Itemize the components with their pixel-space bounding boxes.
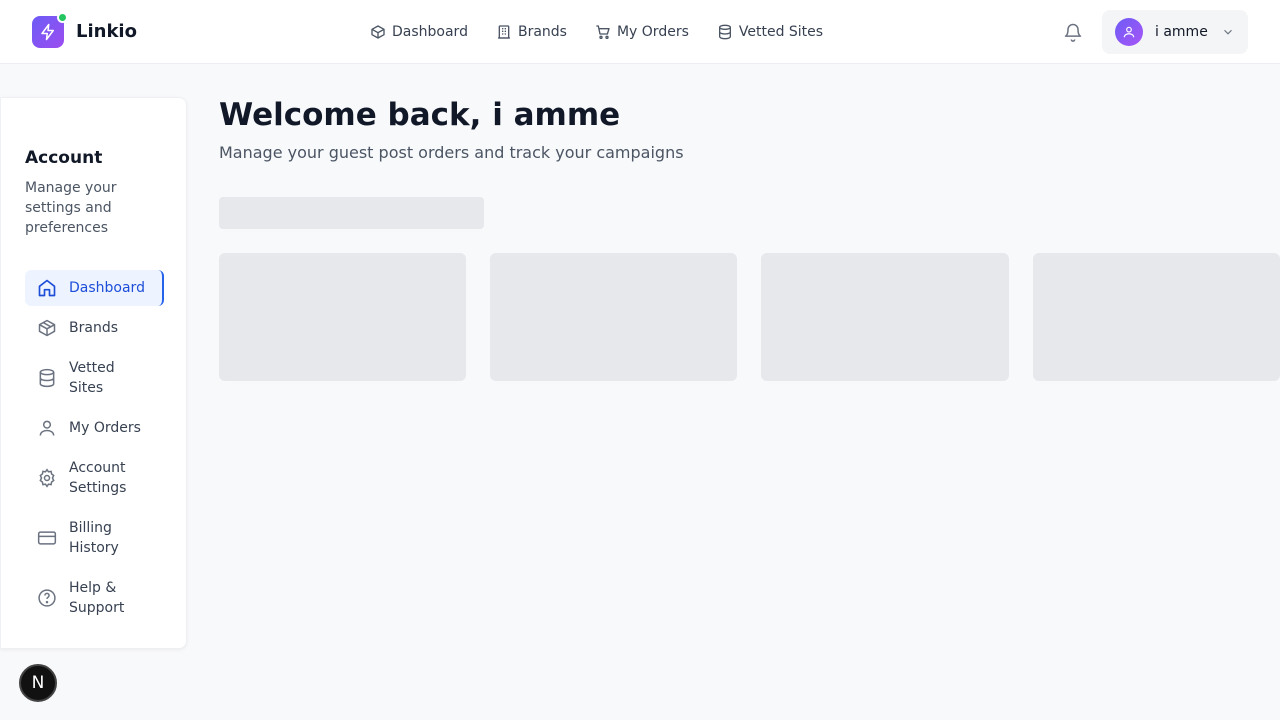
sidebar-item-label: Vetted Sites [69,360,115,396]
bell-icon [1064,23,1082,42]
sidebar-item-dashboard[interactable]: Dashboard [25,270,164,306]
credit-card-icon [37,531,57,545]
sidebar-item-help-support[interactable]: Help & Support [25,578,164,618]
chevron-down-icon [1224,29,1232,35]
sidebar-item-label: Dashboard [69,280,145,296]
sidebar-item-label: Account Settings [69,460,127,496]
sidebar-item-my-orders[interactable]: My Orders [25,418,164,438]
sidebar-subtitle: Manage your settings and preferences [25,180,117,236]
sidebar-item-label: Brands [69,320,118,336]
database-icon [718,24,731,40]
app-name[interactable]: Linkio [76,20,137,44]
user-name: i amme [1155,24,1208,40]
topnav-item-my-orders[interactable]: My Orders [595,20,689,44]
sidebar-item-account-settings[interactable]: Account Settings [25,458,164,498]
box-icon [371,25,385,39]
sidebar-item-label: Help & Support [69,580,125,616]
dev-tools-badge[interactable]: N [19,664,57,702]
skeleton-card [490,253,737,381]
gear-icon [39,468,55,488]
status-dot [57,12,68,23]
top-bar: Linkio Dashboard Brands My Orders Vetted… [0,0,1280,64]
topnav-label: Vetted Sites [738,24,824,40]
topnav-label: Brands [517,24,567,40]
logo[interactable] [32,12,68,48]
topnav-item-brands[interactable]: Brands [496,20,567,44]
sidebar-item-billing-history[interactable]: Billing History [25,518,164,558]
page-title: Welcome back, i amme [219,97,621,133]
user-icon [1123,26,1135,38]
notifications-button[interactable] [1062,21,1084,43]
skeleton-card [761,253,1009,381]
sidebar-item-brands[interactable]: Brands [25,318,164,338]
database-icon [39,368,55,388]
sidebar-item-vetted-sites[interactable]: Vetted Sites [25,358,164,398]
topnav-label: My Orders [616,24,689,40]
sidebar-item-label: Billing History [69,520,119,556]
user-menu-button[interactable]: i amme [1102,10,1248,54]
skeleton-card [1033,253,1280,381]
avatar [1115,18,1143,46]
help-circle-icon [38,589,56,607]
topnav-item-dashboard[interactable]: Dashboard [370,20,468,44]
cart-icon [596,25,610,39]
user-icon [39,420,55,436]
sidebar-title: Account [25,148,103,168]
skeleton-heading [219,197,484,229]
page-subtitle: Manage your guest post orders and track … [219,143,684,162]
topnav-label: Dashboard [392,24,468,40]
topnav-item-vetted-sites[interactable]: Vetted Sites [717,20,823,44]
building-icon [497,25,510,39]
box-icon [38,319,56,337]
top-nav: Dashboard Brands My Orders Vetted Sites [370,20,823,44]
home-icon [38,279,56,297]
lightning-icon [41,23,54,41]
sidebar-item-label: My Orders [69,420,141,436]
skeleton-card [219,253,466,381]
sidebar: Account Manage your settings and prefere… [0,97,187,649]
